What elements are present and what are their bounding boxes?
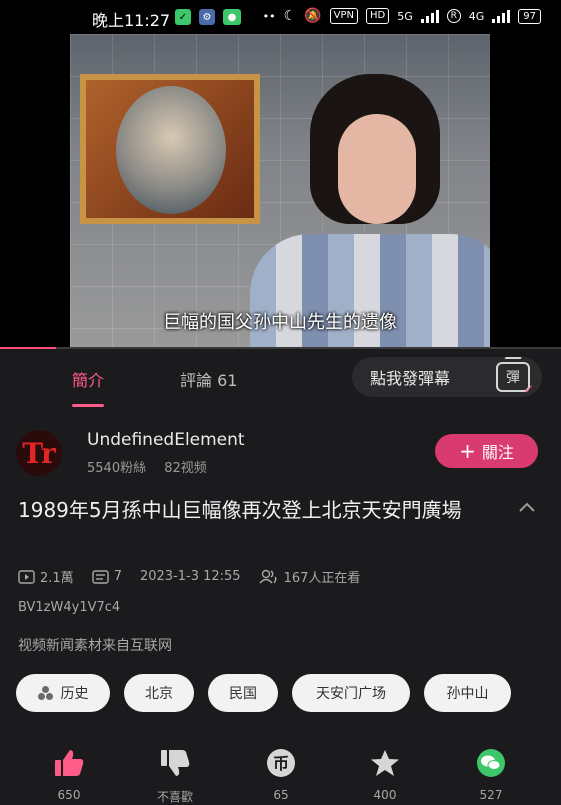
status-right: •• ☾ 🔕 VPN HD 5G R 4G 97 [263,8,541,24]
status-time: 晚上11:27 [92,11,171,30]
tab-comments[interactable]: 評論 61 [180,367,237,391]
coin-button[interactable]: 币 65 [246,748,316,802]
shield-icon: ✓ [175,9,191,25]
uploader-meta: 5540粉絲 82视频 [87,457,221,476]
tag-item[interactable]: 孙中山 [424,674,511,712]
video-stats: 2.1萬 7 2023-1-3 12:55 167人正在看 [18,567,378,586]
net2-label: 4G [468,9,485,23]
publish-date: 2023-1-3 12:55 [139,569,241,584]
category-icon [37,686,54,700]
danmaku-count: 7 [91,569,122,584]
dislike-button[interactable]: 不喜歡 [140,748,210,805]
like-icon [55,750,84,776]
share-button[interactable]: 527 [456,748,526,802]
play-icon [18,569,35,584]
coin-icon: 币 [267,749,295,777]
favorite-button[interactable]: 400 [350,748,420,802]
action-bar: 650 不喜歡 币 65 400 527 [0,744,561,804]
status-bar: 晚上11:27 ✓ ⚙ ● •• ☾ 🔕 VPN HD 5G R 4G 97 [0,0,561,34]
net1-label: 5G [397,9,413,23]
signal-icon [420,9,439,23]
hd-badge: HD [365,8,390,24]
star-icon [371,750,399,776]
gear-icon: ⚙ [199,9,215,25]
uploader-avatar[interactable]: Tr [16,430,62,476]
mute-icon: 🔕 [304,8,322,24]
wechat-icon: ● [223,9,241,25]
like-button[interactable]: 650 [34,748,104,802]
follow-label: 關注 [481,443,514,462]
video-portrait-image [80,74,260,224]
danmaku-count-icon [91,569,109,584]
chevron-up-icon[interactable] [517,498,537,518]
danmaku-input-button[interactable]: 點我發彈幕 彈 [352,357,542,397]
plus-icon: + [459,439,476,463]
registered-icon: R [446,9,461,23]
vpn-badge: VPN [329,8,358,24]
watching-icon [259,569,277,584]
signal2-icon [492,9,511,23]
svg-text:币: 币 [273,754,289,773]
uploader-video-count: 82视频 [164,461,207,476]
video-subtitle: 巨幅的国父孙中山先生的遗像 [163,312,397,333]
tag-history[interactable]: 历史 [16,674,110,712]
video-description: 视频新闻素材来自互联网 [18,638,172,654]
uploader-fans: 5540粉絲 [87,461,147,476]
moon-icon: ☾ [283,8,297,24]
video-title: 1989年5月孫中山巨幅像再次登上北京天安門廣場 [18,498,462,522]
tag-item[interactable]: 民国 [208,674,278,712]
video-presenter-image [250,74,490,348]
more-dots-icon: •• [262,9,276,23]
tag-item[interactable]: 北京 [124,674,194,712]
wechat-share-icon [477,749,505,777]
video-bvid: BV1zW4y1V7c4 [18,600,121,615]
dislike-icon [161,750,190,776]
tab-intro[interactable]: 簡介 [72,367,105,407]
danmaku-input-label: 點我發彈幕 [370,369,451,388]
follow-button[interactable]: + 關注 [435,434,538,468]
video-frame[interactable]: 巨幅的国父孙中山先生的遗像 [70,34,490,348]
danmaku-icon[interactable]: 彈 [496,362,534,396]
battery-icon: 97 [518,8,541,24]
uploader-name[interactable]: UndefinedElement [87,430,245,450]
video-player[interactable]: 巨幅的国父孙中山先生的遗像 [0,34,561,348]
view-count: 2.1萬 [18,567,74,586]
tag-item[interactable]: 天安门广场 [292,674,410,712]
watching-count: 167人正在看 [259,567,360,586]
dislike-label: 不喜歡 [156,790,193,804]
